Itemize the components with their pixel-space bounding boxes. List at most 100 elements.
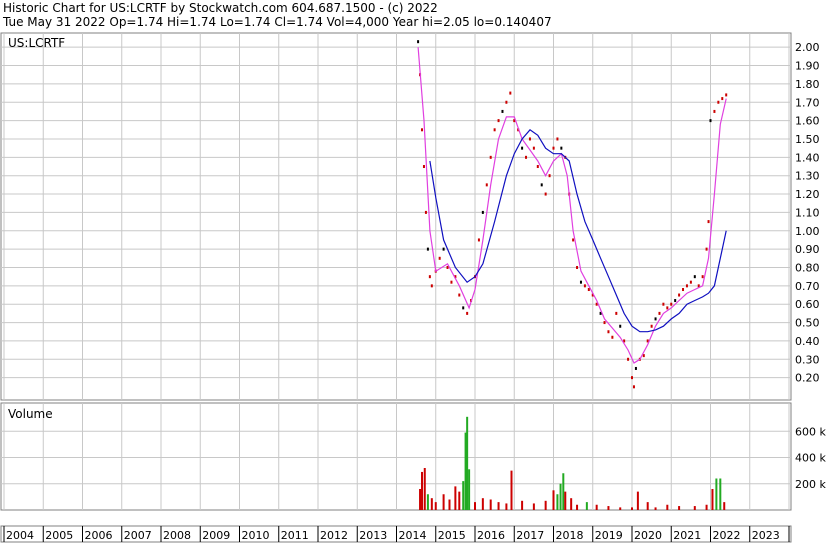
price-point [525,155,528,159]
price-tick-label: 2.00 [795,41,820,54]
volume-bar [552,490,555,510]
price-point [521,146,524,150]
volume-bar [666,504,669,510]
price-point [689,280,692,284]
price-point [528,137,531,141]
price-point [721,97,724,101]
volume-bar [421,471,424,510]
volume-bar [434,502,437,510]
price-point [426,247,429,251]
year-tick-label: 2009 [202,529,230,542]
price-point [505,100,508,104]
price-point [658,311,661,315]
price-point [607,330,610,334]
volume-bar [466,416,469,510]
year-tick-label: 2013 [359,529,387,542]
price-point [428,275,431,279]
historic-chart: 2.00 1.90 1.80 1.70 1.60 1.50 1.40 1.30 1.20 1.10… [0,32,826,543]
volume-bar [705,504,708,510]
volume-bar [719,478,722,510]
price-point [462,306,465,310]
year-tick-label: 2018 [556,529,584,542]
price-point [540,183,543,187]
price-point [709,119,712,123]
volume-panel-title: Volume [8,407,53,421]
year-tick-label: 2022 [713,529,741,542]
volume-bar [646,502,649,510]
price-tick-label: 1.30 [795,170,820,183]
year-tick-label: 2019 [595,529,623,542]
price-point [579,280,582,284]
volume-bar [454,486,457,510]
price-point [611,335,614,339]
price-point [442,247,445,251]
price-point [556,137,559,141]
price-point [693,275,696,279]
price-tick-label: 1.90 [795,60,820,73]
volume-bar [532,503,535,510]
volume-bar [570,498,573,510]
price-point [417,40,420,44]
price-point [583,284,586,288]
volume-bar [448,499,451,510]
price-tick-label: 1.60 [795,115,820,128]
volume-bar [562,473,565,510]
volume-bar [474,502,476,510]
price-panel-title: US:LCRTF [8,36,65,50]
volume-bar [607,506,610,510]
volume-bar [636,491,639,510]
price-point [678,293,681,297]
price-tick-label: 1.40 [795,151,820,164]
volume-bar [426,494,429,510]
price-tick-label: 1.80 [795,78,820,91]
price-point [725,93,728,97]
year-tick-label: 2017 [516,529,544,542]
volume-bar [693,506,696,510]
price-point [532,146,535,150]
price-tick-label: 0.60 [795,298,820,311]
volume-tick-label: 600 k [795,425,826,438]
volume-bar [559,483,562,510]
price-point [662,302,665,306]
price-point [632,385,635,389]
year-tick-label: 2005 [45,529,73,542]
volume-tick-label: 400 k [795,452,826,465]
price-point [705,247,708,251]
volume-bar [711,489,714,510]
volume-bar [585,502,588,510]
price-point [489,155,492,159]
price-point [650,324,653,328]
price-tick-label: 1.70 [795,96,820,109]
price-point [627,357,630,361]
price-point [477,238,480,242]
year-tick-label: 2016 [477,529,505,542]
price-point [509,91,512,95]
year-tick-label: 2007 [124,529,152,542]
price-point [536,165,539,169]
price-point [682,288,685,292]
price-point [438,256,441,260]
volume-bar [521,500,524,510]
price-point [572,238,575,242]
volume-bar [576,504,579,510]
year-tick-label: 2020 [634,529,662,542]
volume-bar [595,504,598,510]
year-tick-label: 2015 [438,529,466,542]
price-point [544,192,547,196]
price-point [422,165,425,169]
price-point [424,210,427,214]
price-point [666,306,669,310]
price-tick-label: 0.30 [795,353,820,366]
volume-bar [556,494,559,510]
price-point [603,321,606,325]
year-axis: 2004 2005 2006 2007 2008 2009 2010 2011 2012 2013… [3,526,790,542]
year-tick-label: 2008 [163,529,191,542]
year-tick-label: 2012 [320,529,348,542]
volume-bar [723,502,726,510]
price-tick-label: 1.00 [795,225,820,238]
volume-bar [489,499,492,510]
price-point [421,128,424,132]
volume-bar [419,489,422,510]
price-point [481,210,484,214]
price-point [654,317,657,321]
